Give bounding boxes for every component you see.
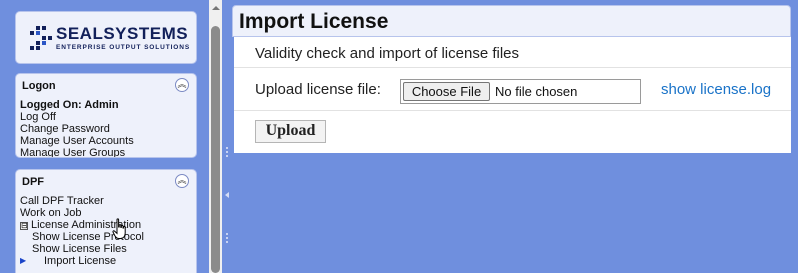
splitter-grip-icon: [226, 233, 228, 245]
license-administration-item[interactable]: ⊟ License Administration: [20, 219, 194, 231]
collapse-tree-icon[interactable]: ⊟: [20, 222, 28, 230]
logon-menu: Logged On: Admin Log Off Change Password…: [20, 99, 194, 157]
dpf-menu: Call DPF Tracker Work on Job ⊟ License Ad…: [20, 195, 194, 267]
license-file-input[interactable]: Choose File No file chosen: [400, 79, 641, 104]
brand-logo: SEALSYSTEMS ENTERPRISE OUTPUT SOLUTIONS: [15, 11, 197, 64]
upload-button[interactable]: Upload: [255, 120, 326, 143]
show-license-protocol-link[interactable]: Show License Protocol: [20, 231, 194, 243]
logon-panel-header: Logon ︽: [16, 74, 196, 96]
logon-panel-title: Logon: [22, 80, 56, 92]
no-file-chosen-text: No file chosen: [495, 84, 578, 99]
brand-name: SEALSYSTEMS: [56, 24, 189, 43]
import-license-form: Validity check and import of license fil…: [234, 37, 791, 153]
choose-file-button[interactable]: Choose File: [403, 82, 490, 101]
upload-row: Upload license file: Choose File No file…: [234, 68, 791, 111]
show-license-files-link[interactable]: Show License Files: [20, 243, 194, 255]
left-navigation: SEALSYSTEMS ENTERPRISE OUTPUT SOLUTIONS …: [0, 0, 208, 273]
import-license-label: Import License: [44, 255, 117, 267]
dpf-panel-header: DPF ︽: [16, 170, 196, 192]
scrollbar-thumb[interactable]: [211, 26, 220, 273]
hand-pointer-cursor-icon: [112, 218, 126, 239]
work-on-job-link[interactable]: Work on Job: [20, 207, 194, 219]
manage-user-accounts-link[interactable]: Manage User Accounts: [20, 135, 194, 147]
sidebar-scrollbar[interactable]: [209, 0, 222, 273]
double-chevron-up-icon[interactable]: ︽: [175, 78, 189, 92]
show-license-log-link[interactable]: show license.log: [661, 81, 771, 98]
main-content: Import License Validity check and import…: [232, 5, 792, 273]
collapse-left-arrow-icon[interactable]: [225, 192, 229, 198]
submit-row: Upload: [234, 111, 791, 153]
manage-user-groups-link[interactable]: Manage User Groups: [20, 147, 194, 157]
log-off-link[interactable]: Log Off: [20, 111, 194, 123]
page-description: Validity check and import of license fil…: [255, 45, 520, 62]
dpf-panel-title: DPF: [22, 176, 44, 188]
double-chevron-up-icon[interactable]: ︽: [175, 174, 189, 188]
description-row: Validity check and import of license fil…: [234, 37, 791, 68]
brand-tagline: ENTERPRISE OUTPUT SOLUTIONS: [56, 44, 191, 51]
panel-splitter[interactable]: [222, 0, 232, 273]
call-dpf-tracker-link[interactable]: Call DPF Tracker: [20, 195, 194, 207]
splitter-grip-icon: [226, 147, 228, 159]
logon-panel: Logon ︽ Logged On: Admin Log Off Change …: [15, 73, 197, 158]
scroll-up-arrow-icon[interactable]: [212, 6, 220, 10]
seal-logo-icon: [30, 26, 52, 50]
page-title: Import License: [239, 10, 389, 33]
dpf-panel: DPF ︽ Call DPF Tracker Work on Job ⊟ Lice…: [15, 169, 197, 273]
import-license-link[interactable]: ▶ Import License: [20, 255, 194, 267]
logged-on-user: Logged On: Admin: [20, 99, 119, 111]
page-header: Import License: [232, 5, 791, 37]
change-password-link[interactable]: Change Password: [20, 123, 194, 135]
upload-license-label: Upload license file:: [255, 81, 381, 98]
current-page-arrow-icon: ▶: [20, 256, 27, 265]
